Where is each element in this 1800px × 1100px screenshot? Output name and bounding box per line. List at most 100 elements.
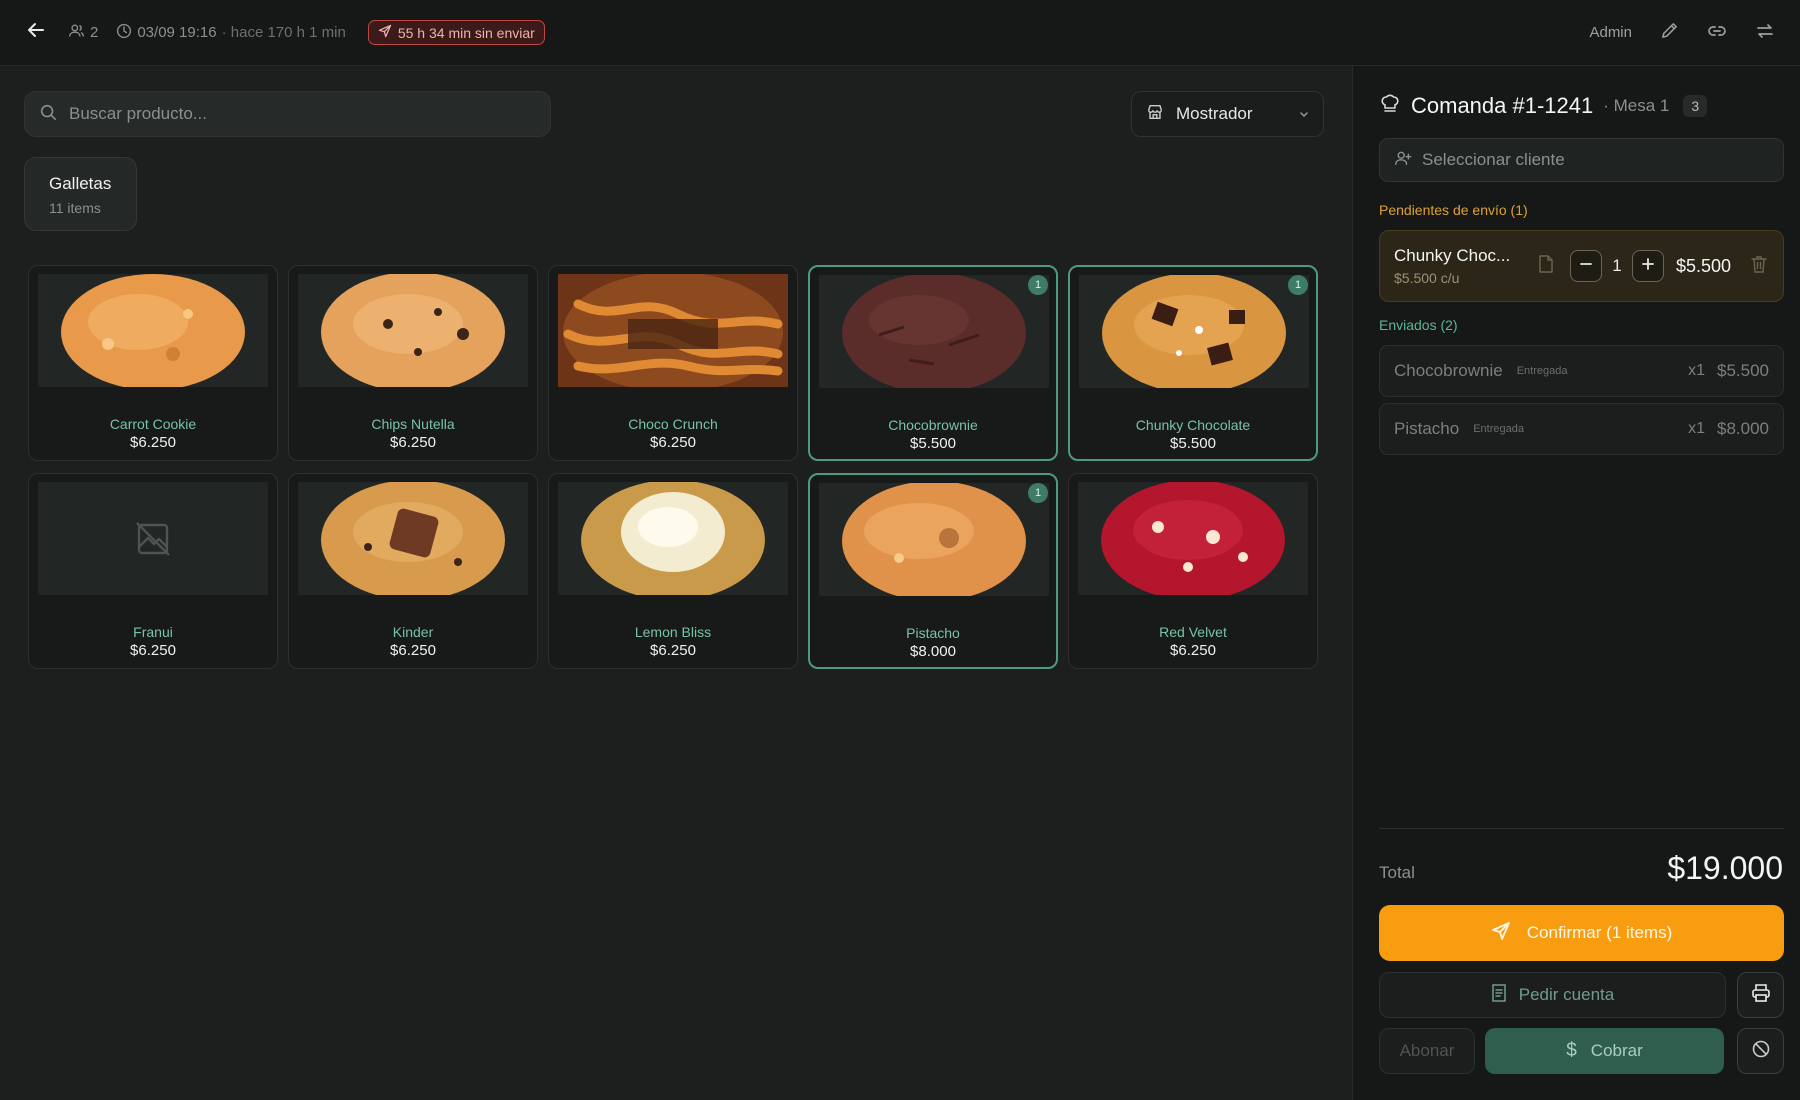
product-search <box>24 91 551 137</box>
product-image <box>558 274 788 387</box>
link-icon <box>1707 21 1727 45</box>
top-bar: 2 03/09 19:16 · hace 170 h 1 min 55 h 34… <box>0 0 1800 66</box>
product-card[interactable]: 1 Chunky Chocolate $5.500 <box>1068 265 1318 461</box>
decrease-qty-button[interactable] <box>1570 250 1602 282</box>
users-icon <box>68 22 85 43</box>
order-panel: Comanda #1-1241 · Mesa 1 3 Seleccionar c… <box>1352 66 1800 1100</box>
unsent-time: 55 h 34 min sin enviar <box>397 24 535 41</box>
product-price: $5.500 <box>910 435 956 452</box>
product-card[interactable]: 1 Chocobrownie $5.500 <box>808 265 1058 461</box>
category-count: 11 items <box>49 200 101 216</box>
product-card[interactable]: Lemon Bliss $6.250 <box>548 473 798 669</box>
cobrar-label: Cobrar <box>1590 1041 1643 1060</box>
pending-item-name: Chunky Choc... <box>1394 246 1511 265</box>
total-value: $19.000 <box>1667 850 1783 886</box>
product-name: Chocobrownie <box>888 417 978 433</box>
product-image <box>1079 275 1309 388</box>
product-name: Kinder <box>392 624 434 640</box>
product-card[interactable]: Red Velvet $6.250 <box>1068 473 1318 669</box>
partial-payment-button[interactable]: Abonar <box>1379 1028 1475 1074</box>
product-card[interactable]: Carrot Cookie $6.250 <box>28 265 278 461</box>
no-image-icon <box>38 482 268 595</box>
back-button[interactable] <box>24 21 48 45</box>
product-qty-badge: 1 <box>1028 483 1048 503</box>
location-select[interactable]: Mostrador <box>1131 91 1324 137</box>
sent-item-qty: x1 <box>1688 362 1705 379</box>
swap-icon <box>1755 21 1775 45</box>
increase-qty-button[interactable] <box>1632 250 1664 282</box>
user-name: Admin <box>1589 24 1632 41</box>
charge-button[interactable]: $ Cobrar <box>1485 1028 1724 1074</box>
product-price: $6.250 <box>390 642 436 659</box>
product-name: Franui <box>133 624 173 640</box>
product-name: Pistacho <box>906 625 960 641</box>
product-name: Choco Crunch <box>628 416 718 432</box>
product-card[interactable]: Franui $6.250 <box>28 473 278 669</box>
product-price: $8.000 <box>910 643 956 660</box>
search-icon <box>39 103 57 126</box>
pos-app: 2 03/09 19:16 · hace 170 h 1 min 55 h 34… <box>0 0 1800 1100</box>
order-guest-badge: 3 <box>1683 94 1708 117</box>
pending-section-label: Pendientes de envío (1) <box>1379 202 1528 218</box>
plus-icon <box>1641 257 1655 276</box>
product-card[interactable]: 1 Pistacho $8.000 <box>808 473 1058 669</box>
note-icon <box>1538 254 1554 278</box>
chevron-down-icon <box>1299 104 1309 124</box>
user-plus-icon <box>1394 149 1412 172</box>
order-meta: 2 03/09 19:16 · hace 170 h 1 min 55 h 34… <box>68 20 545 45</box>
add-note-button[interactable] <box>1536 254 1556 278</box>
pencil-icon <box>1660 21 1679 44</box>
product-image <box>1078 482 1308 595</box>
product-card[interactable]: Kinder $6.250 <box>288 473 538 669</box>
minus-icon <box>1579 257 1593 276</box>
remove-item-button[interactable] <box>1749 255 1769 276</box>
product-name: Chips Nutella <box>371 416 455 432</box>
select-client-button[interactable]: Seleccionar cliente <box>1379 138 1784 182</box>
link-button[interactable] <box>1706 22 1728 44</box>
request-bill-button[interactable]: Pedir cuenta <box>1379 972 1726 1018</box>
product-image <box>819 483 1049 596</box>
product-price: $6.250 <box>650 642 696 659</box>
clock-icon <box>116 23 132 43</box>
product-card[interactable]: Chips Nutella $6.250 <box>288 265 538 461</box>
edit-button[interactable] <box>1658 22 1680 44</box>
sent-item[interactable]: Chocobrownie Entregada x1 $5.500 <box>1379 345 1784 397</box>
print-button[interactable] <box>1737 972 1784 1018</box>
chef-hat-icon <box>1379 92 1401 119</box>
sent-item-price: $8.000 <box>1717 419 1769 438</box>
transfer-button[interactable] <box>1754 22 1776 44</box>
product-image <box>558 482 788 595</box>
product-price: $6.250 <box>650 434 696 451</box>
product-price: $6.250 <box>390 434 436 451</box>
sent-item-qty: x1 <box>1688 420 1705 437</box>
pending-item: Chunky Choc... $5.500 c/u 1 $5.500 <box>1379 230 1784 302</box>
confirm-label: Confirmar (1 items) <box>1526 923 1673 942</box>
product-card[interactable]: Choco Crunch $6.250 <box>548 265 798 461</box>
order-header: Comanda #1-1241 · Mesa 1 3 <box>1379 92 1708 119</box>
pending-item-qty: 1 <box>1612 256 1622 275</box>
product-name: Lemon Bliss <box>634 624 712 640</box>
unsent-time-badge: 55 h 34 min sin enviar <box>367 20 545 45</box>
product-qty-badge: 1 <box>1288 275 1308 295</box>
category-name: Galletas <box>49 174 112 193</box>
dollar-icon: $ <box>1566 1040 1577 1061</box>
product-price: $5.500 <box>1170 435 1216 452</box>
product-price: $6.250 <box>1170 642 1216 659</box>
sent-item[interactable]: Pistacho Entregada x1 $8.000 <box>1379 403 1784 455</box>
category-galletas[interactable]: Galletas 11 items <box>24 157 137 231</box>
confirm-order-button[interactable]: Confirmar (1 items) <box>1379 905 1784 961</box>
total-divider <box>1379 828 1784 829</box>
receipt-icon <box>1491 983 1507 1007</box>
sent-item-status: Entregada <box>1473 423 1524 435</box>
sent-item-name: Pistacho <box>1394 419 1460 438</box>
pending-item-info: Chunky Choc... $5.500 c/u <box>1394 246 1524 286</box>
abonar-label: Abonar <box>1399 1041 1455 1060</box>
elapsed-time: · hace 170 h 1 min <box>221 24 346 41</box>
search-input[interactable] <box>69 104 536 124</box>
order-title: Comanda #1-1241 <box>1411 92 1594 118</box>
cancel-order-button[interactable] <box>1737 1028 1784 1074</box>
send-icon <box>378 24 392 41</box>
send-icon <box>1491 921 1511 946</box>
client-placeholder: Seleccionar cliente <box>1422 150 1565 169</box>
location-value: Mostrador <box>1176 104 1253 123</box>
